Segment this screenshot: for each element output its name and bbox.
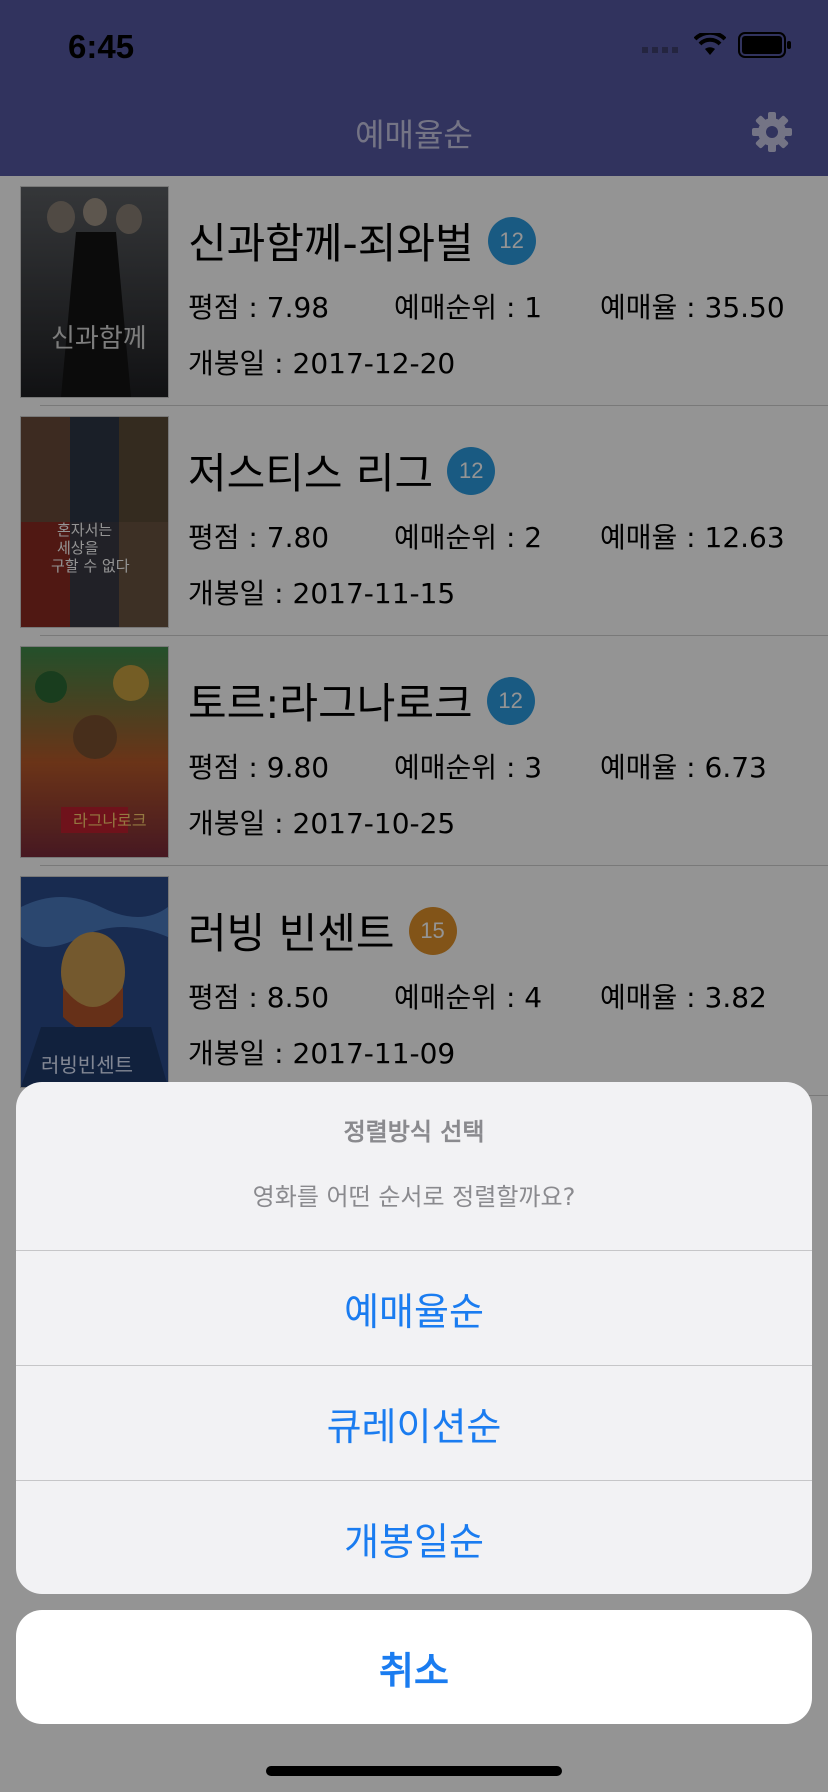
action-sheet-title: 정렬방식 선택 (343, 1118, 485, 1146)
sort-by-curation-button[interactable]: 큐레이션순 (16, 1366, 812, 1481)
action-sheet-header: 정렬방식 선택 영화를 어떤 순서로 정렬할까요? (16, 1082, 812, 1251)
cancel-button[interactable]: 취소 (16, 1610, 812, 1724)
action-sheet: 정렬방식 선택 영화를 어떤 순서로 정렬할까요? 예매율순 큐레이션순 개봉일… (16, 1082, 812, 1594)
sort-by-reservation-button[interactable]: 예매율순 (16, 1251, 812, 1366)
home-indicator[interactable] (266, 1766, 562, 1776)
action-sheet-message: 영화를 어떤 순서로 정렬할까요? (252, 1183, 576, 1211)
sort-by-release-date-button[interactable]: 개봉일순 (16, 1481, 812, 1594)
